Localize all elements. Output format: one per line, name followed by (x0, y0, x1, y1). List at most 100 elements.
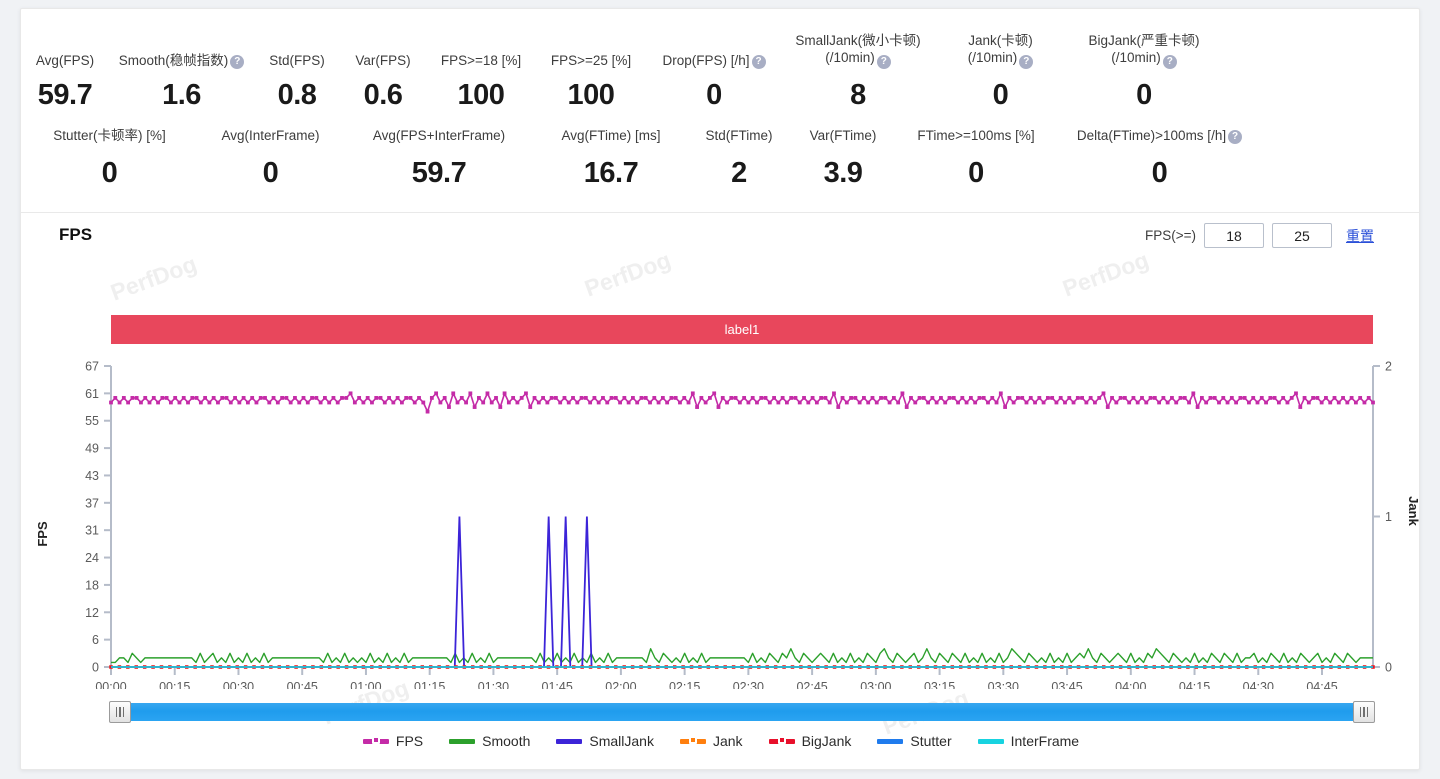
metric-label: Std(FPS) (269, 31, 325, 71)
metric-label: Stutter(卡顿率) [%] (53, 124, 166, 144)
metric-value: 1.6 (162, 78, 201, 112)
fps-chart-svg: 6761554943373124181260 210 00:0000:1500:… (21, 349, 1420, 689)
fps-threshold-input-a[interactable] (1204, 223, 1264, 248)
x-axis-tick-label: 03:00 (860, 680, 891, 689)
grip-icon (1360, 707, 1369, 717)
legend-item-fps[interactable]: FPS (363, 733, 423, 749)
reset-link[interactable]: 重置 (1346, 226, 1374, 246)
metric-value: 0 (102, 156, 118, 190)
help-icon[interactable]: ? (1163, 55, 1177, 69)
legend-label: BigJank (802, 733, 852, 749)
metric-ftime-gte-100: FTime>=100ms [%] 0 (895, 124, 1057, 190)
legend-swatch (877, 739, 903, 744)
metric-fps-gte-25: FPS>=25 [%] 100 (536, 31, 646, 112)
metric-label: Delta(FTime)>100ms [/h]? (1077, 124, 1242, 144)
legend-label: Jank (713, 733, 743, 749)
metric-avg-ftime: Avg(FTime) [ms] 16.7 (535, 124, 687, 190)
metric-std-ftime: Std(FTime)2 (687, 124, 791, 190)
y-axis-tick-label: 12 (85, 606, 99, 620)
metric-label: Avg(FPS+InterFrame) (373, 124, 505, 144)
legend-swatch (680, 739, 706, 744)
y-axis-tick-label: 6 (92, 633, 99, 647)
help-icon[interactable]: ? (752, 55, 766, 69)
chart-series (109, 391, 1375, 668)
fps-threshold-label: FPS(>=) (1145, 228, 1196, 243)
legend-item-stutter[interactable]: Stutter (877, 733, 951, 749)
y-axis-tick-label: 0 (92, 661, 99, 675)
x-axis-tick-label: 02:00 (605, 680, 636, 689)
metric-jank: Jank(卡顿)(/10min)?0 (934, 31, 1067, 112)
legend-item-interframe[interactable]: InterFrame (978, 733, 1079, 749)
metric-value: 0 (968, 156, 984, 190)
label-band[interactable]: label1 (111, 315, 1373, 344)
help-icon[interactable]: ? (1228, 130, 1242, 144)
legend-label: Stutter (910, 733, 951, 749)
metric-var-fps: Var(FPS) 0.6 (340, 31, 426, 112)
legend-item-smooth[interactable]: Smooth (449, 733, 530, 749)
metric-label: FTime>=100ms [%] (917, 124, 1034, 144)
metric-label: Jank(卡顿)(/10min)? (968, 31, 1034, 71)
help-icon[interactable]: ? (1019, 55, 1033, 69)
metric-value: 59.7 (412, 156, 466, 190)
y-axis-tick-label: 49 (85, 442, 99, 456)
x-axis-tick-label: 02:15 (669, 680, 700, 689)
chart-legend: FPS Smooth SmallJank Jank BigJank Stutter Inte… (21, 733, 1420, 749)
metric-value: 16.7 (584, 156, 638, 190)
metric-std-fps: Std(FPS) 0.8 (254, 31, 340, 112)
help-icon[interactable]: ? (230, 55, 244, 69)
help-icon[interactable]: ? (877, 55, 891, 69)
series-fps (109, 391, 1375, 413)
range-handle-right[interactable] (1353, 701, 1375, 723)
y-axis-left-label: FPS (35, 521, 50, 547)
scrollbar-track[interactable] (109, 703, 1375, 721)
metric-label: BigJank(严重卡顿)(/10min)? (1088, 31, 1199, 71)
y-axis-tick-label: 18 (85, 578, 99, 592)
legend-swatch (556, 739, 582, 744)
metric-label: Var(FTime) (810, 124, 877, 144)
y-axis-left: 6761554943373124181260 (85, 360, 111, 675)
metric-delta-ftime: Delta(FTime)>100ms [/h]?0 (1057, 124, 1262, 190)
y-axis-tick-label: 61 (85, 387, 99, 401)
metric-label: Avg(FTime) [ms] (561, 124, 660, 144)
x-axis-tick-label: 00:00 (95, 680, 126, 689)
metric-small-jank: SmallJank(微小卡顿)(/10min)? 8 (782, 31, 934, 112)
legend-item-jank[interactable]: Jank (680, 733, 743, 749)
x-axis-tick-label: 01:30 (478, 680, 509, 689)
metric-value: 59.7 (38, 78, 92, 112)
fps-threshold-input-b[interactable] (1272, 223, 1332, 248)
metric-label: FPS>=25 [%] (551, 31, 631, 71)
y-axis-right-label: Jank (1406, 496, 1420, 526)
legend-item-smalljank[interactable]: SmallJank (556, 733, 654, 749)
metric-avg-fps-interframe: Avg(FPS+InterFrame) 59.7 (343, 124, 535, 190)
metrics-row-secondary: Stutter(卡顿率) [%] 0 Avg(InterFrame) 0 Avg(FPS… (21, 112, 1419, 190)
metric-label: FPS>=18 [%] (441, 31, 521, 71)
legend-swatch (769, 739, 795, 744)
metric-value: 0 (706, 78, 722, 112)
time-range-scrollbar[interactable] (109, 701, 1375, 723)
metric-label: SmallJank(微小卡顿)(/10min)? (795, 31, 920, 71)
metric-label: Avg(InterFrame) (221, 124, 319, 144)
metric-smooth: Smooth(稳帧指数)?1.6 (109, 31, 254, 112)
metric-label: Var(FPS) (355, 31, 410, 71)
legend-item-bigjank[interactable]: BigJank (769, 733, 852, 749)
y2-axis-tick-label: 0 (1385, 661, 1392, 675)
perfdog-panel: PerfDog PerfDog PerfDog PerfDog PerfDog … (20, 8, 1420, 770)
metric-value: 0.8 (278, 78, 317, 112)
x-axis-tick-label: 02:45 (796, 680, 827, 689)
label-band-text: label1 (725, 322, 760, 337)
metric-value: 8 (850, 78, 866, 112)
y-axis-tick-label: 24 (85, 551, 99, 565)
series-smooth (111, 649, 1373, 663)
metric-value: 100 (568, 78, 615, 112)
range-handle-left[interactable] (109, 701, 131, 723)
metric-avg-fps: Avg(FPS)59.7 (21, 31, 109, 112)
x-axis-tick-label: 01:15 (414, 680, 445, 689)
metrics-row-primary: Avg(FPS)59.7Smooth(稳帧指数)?1.6Std(FPS)0.8V… (21, 9, 1419, 112)
legend-swatch (363, 739, 389, 744)
x-axis: 00:0000:1500:3000:4501:0001:1501:3001:45… (95, 667, 1373, 689)
legend-swatch (449, 739, 475, 744)
metrics-summary: Avg(FPS)59.7Smooth(稳帧指数)?1.6Std(FPS)0.8V… (21, 9, 1419, 190)
metric-value: 0.6 (364, 78, 403, 112)
metric-big-jank: BigJank(严重卡顿)(/10min)?0 (1067, 31, 1221, 112)
y-axis-tick-label: 67 (85, 360, 99, 374)
